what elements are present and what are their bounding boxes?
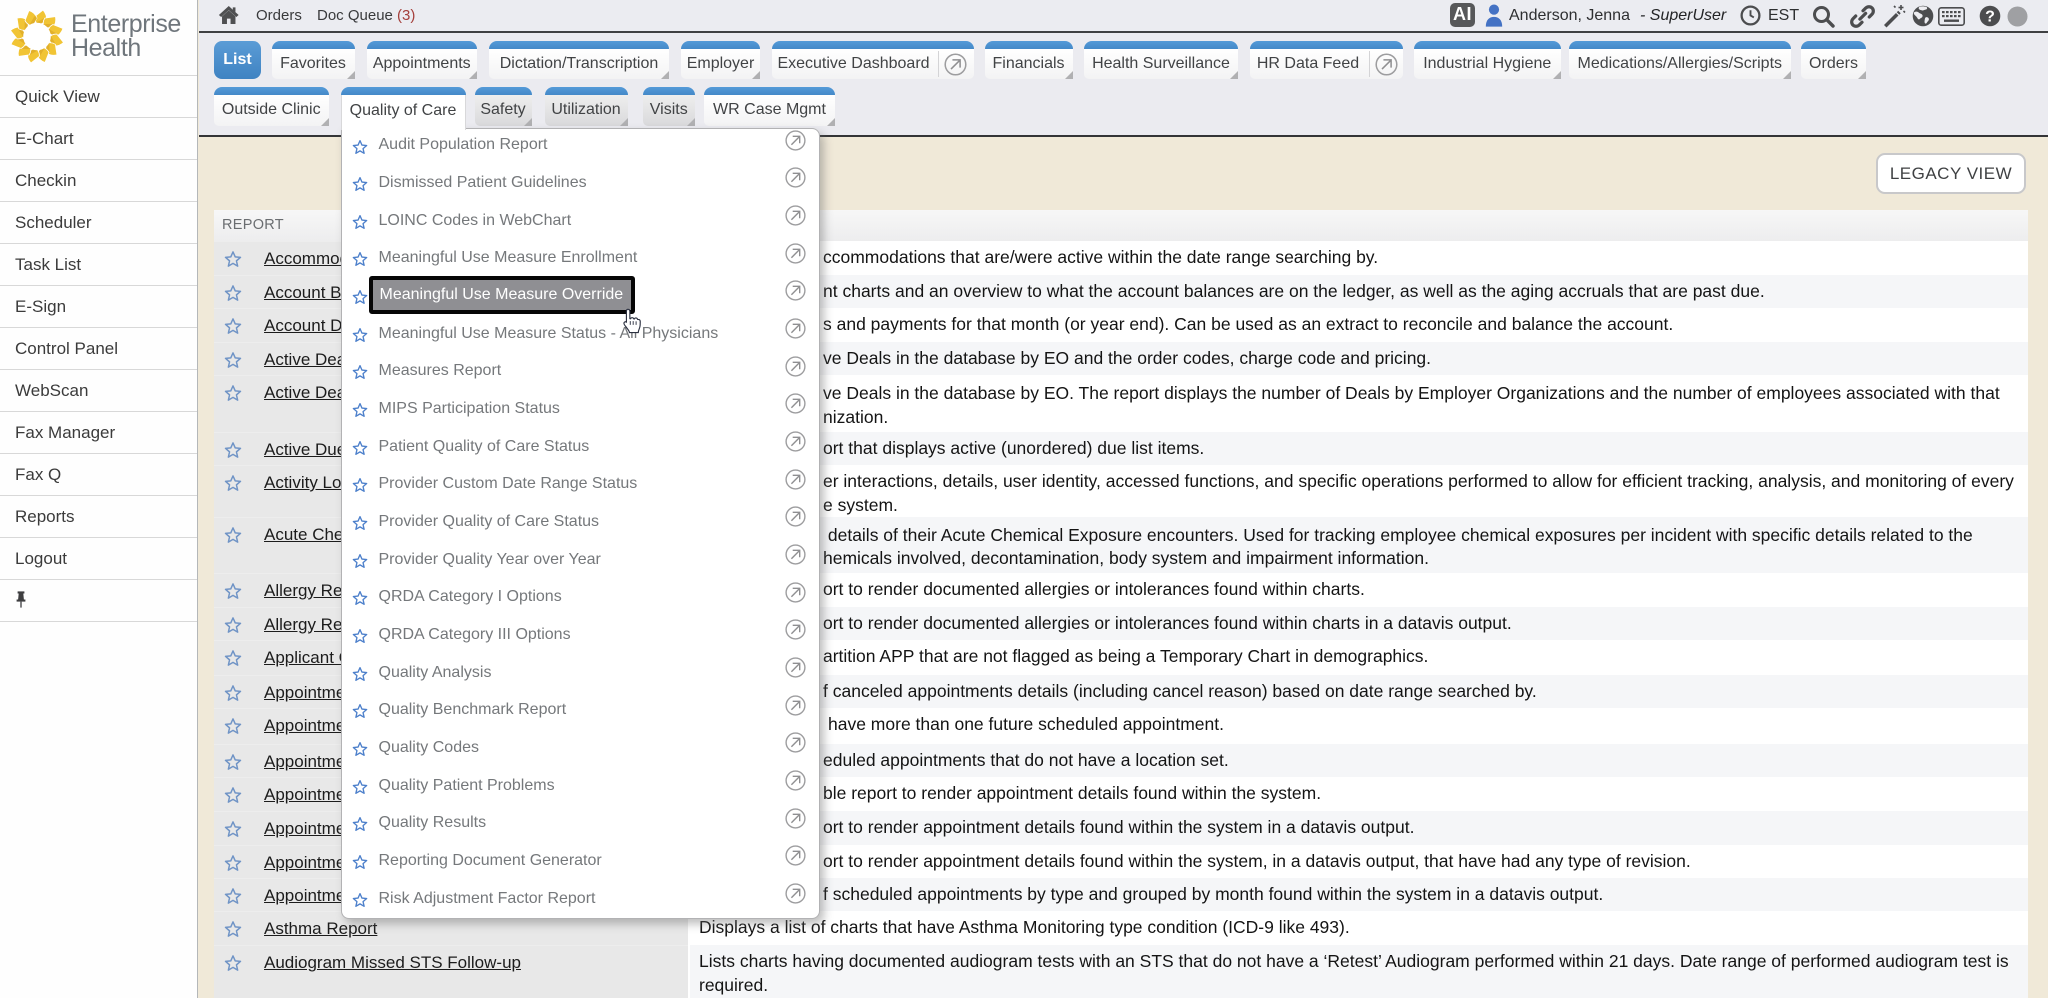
svg-text:?: ?: [1985, 9, 1995, 26]
